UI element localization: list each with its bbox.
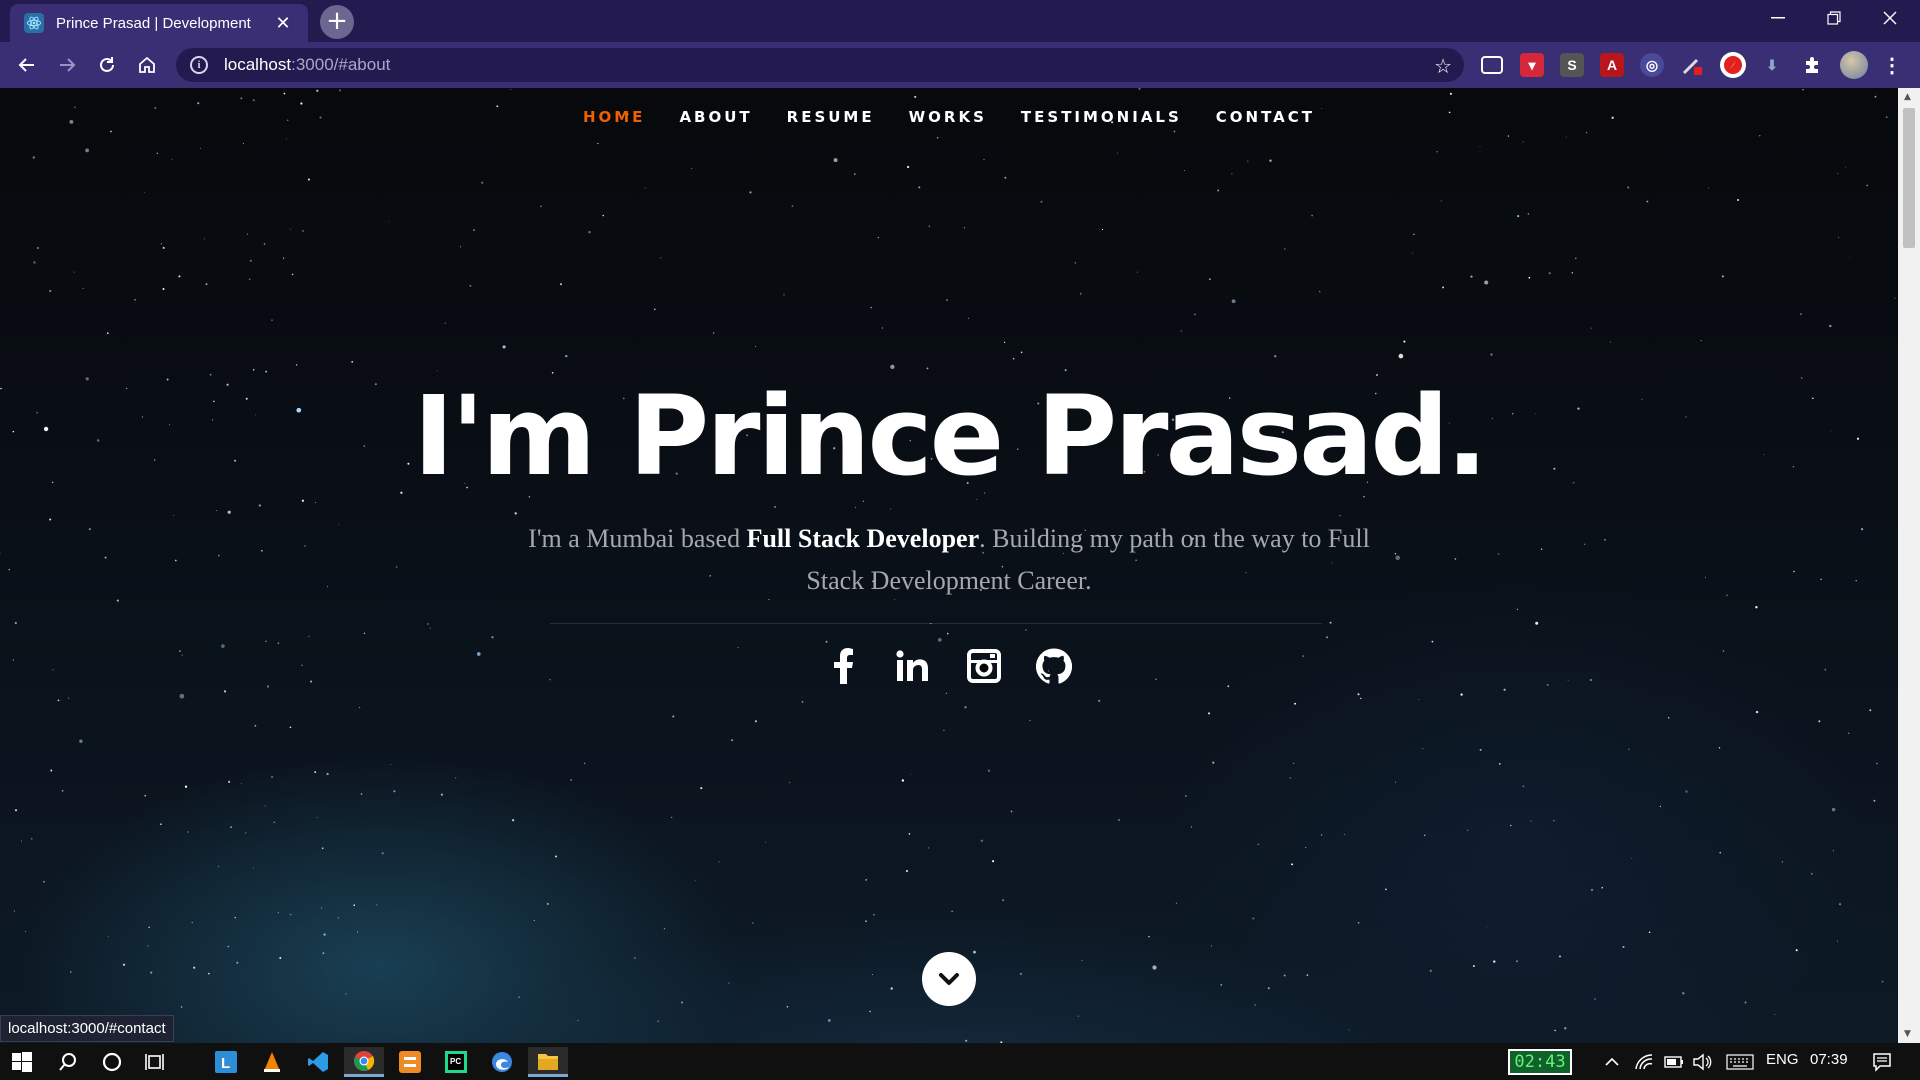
linkedin-icon[interactable] (896, 646, 932, 686)
cast-extension-icon[interactable] (1481, 56, 1503, 74)
pdf-extension-icon[interactable]: A (1600, 53, 1624, 77)
browser-toolbar: i localhost:3000/#about ☆ ▾ S A ◎ ⬇ ⋮ (0, 42, 1920, 88)
instagram-icon[interactable] (966, 646, 1002, 686)
chrome-app-icon[interactable] (344, 1047, 384, 1077)
browser-tab-bar: Prince Prasad | Development ✕ + (0, 0, 1920, 42)
bookmark-star-icon[interactable]: ☆ (1434, 54, 1452, 78)
file-explorer-app-icon[interactable] (528, 1047, 568, 1077)
nav-contact[interactable]: CONTACT (1216, 108, 1315, 126)
edge-app-icon[interactable] (482, 1047, 522, 1077)
nav-works[interactable]: WORKS (909, 108, 987, 126)
site-navigation: HOME ABOUT RESUME WORKS TESTIMONIALS CON… (0, 108, 1898, 126)
libreoffice-app-icon[interactable]: L (206, 1047, 246, 1077)
web-page-viewport: HOME ABOUT RESUME WORKS TESTIMONIALS CON… (0, 88, 1898, 1043)
tab-title: Prince Prasad | Development (56, 14, 251, 32)
back-icon[interactable] (13, 51, 41, 79)
new-tab-button[interactable]: + (320, 5, 354, 39)
social-links (0, 646, 1898, 686)
minimize-icon[interactable] (1750, 0, 1806, 36)
react-favicon-icon (24, 13, 44, 33)
touch-keyboard-icon[interactable] (1718, 1047, 1762, 1077)
link-preview-status: localhost:3000/#contact (0, 1015, 174, 1042)
svg-text:PC: PC (450, 1057, 461, 1066)
extensions-puzzle-icon[interactable] (1800, 53, 1824, 77)
scroll-up-arrow-icon[interactable]: ▲ (1904, 92, 1911, 102)
url-path: :3000/#about (291, 55, 391, 74)
vlc-app-icon[interactable] (252, 1047, 292, 1077)
nav-resume[interactable]: RESUME (787, 108, 875, 126)
tool-extension-icon[interactable] (1680, 53, 1704, 77)
reload-icon[interactable] (93, 51, 121, 79)
recording-timer: 02:43 (1508, 1049, 1572, 1075)
address-bar[interactable]: i localhost:3000/#about ☆ (176, 48, 1464, 82)
sublime-app-icon[interactable] (390, 1047, 430, 1077)
page-scrollbar[interactable]: ▲ ▼ (1898, 88, 1920, 1043)
hero-description: I'm a Mumbai based Full Stack Developer.… (500, 518, 1398, 602)
restore-icon[interactable] (1806, 0, 1862, 36)
volume-icon[interactable] (1682, 1047, 1722, 1077)
scroll-down-arrow-icon[interactable]: ▼ (1904, 1029, 1911, 1039)
nav-testimonials[interactable]: TESTIMONIALS (1021, 108, 1182, 126)
site-info-icon[interactable]: i (190, 56, 208, 74)
s-extension-icon[interactable]: S (1560, 53, 1584, 77)
profile-avatar[interactable] (1840, 51, 1868, 79)
nav-home[interactable]: HOME (583, 108, 645, 126)
github-icon[interactable] (1036, 646, 1072, 686)
download-extension-icon[interactable]: ⬇ (1760, 53, 1784, 77)
search-icon[interactable] (48, 1047, 88, 1077)
vpn-extension-icon[interactable]: ◎ (1640, 53, 1664, 77)
windows-start-icon[interactable] (2, 1047, 42, 1077)
pycharm-app-icon[interactable]: PC (436, 1047, 476, 1077)
system-clock[interactable]: 07:39 (1810, 1051, 1848, 1068)
windows-taskbar: L PC 02:43 ENG 07:39 (0, 1043, 1920, 1080)
pocket-extension-icon[interactable]: ▾ (1520, 53, 1544, 77)
facebook-icon[interactable] (826, 646, 862, 686)
browser-tab-active[interactable]: Prince Prasad | Development ✕ (10, 4, 308, 42)
svg-text:L: L (221, 1055, 230, 1072)
compass-extension-icon[interactable] (1720, 52, 1746, 78)
tab-close-icon[interactable]: ✕ (272, 13, 294, 34)
task-view-icon[interactable] (136, 1047, 176, 1077)
scroll-down-button[interactable] (922, 952, 976, 1006)
home-icon[interactable] (133, 51, 161, 79)
scrollbar-thumb[interactable] (1903, 108, 1915, 248)
notifications-icon[interactable] (1862, 1047, 1902, 1077)
vscode-app-icon[interactable] (298, 1047, 338, 1077)
close-window-icon[interactable] (1862, 0, 1918, 36)
hero-role-text: Full Stack Developer (746, 524, 980, 553)
url-text: localhost:3000/#about (224, 55, 390, 75)
chevron-down-icon (939, 973, 959, 985)
nav-about[interactable]: ABOUT (679, 108, 752, 126)
url-host: localhost (224, 55, 292, 74)
input-language[interactable]: ENG (1766, 1051, 1799, 1068)
cortana-icon[interactable] (92, 1047, 132, 1077)
hero-intro-text: I'm a Mumbai based (528, 524, 747, 553)
browser-menu-icon[interactable]: ⋮ (1880, 53, 1904, 77)
forward-icon[interactable] (53, 51, 81, 79)
hero-divider (550, 623, 1322, 624)
hero-title: I'm Prince Prasad. (413, 372, 1488, 500)
